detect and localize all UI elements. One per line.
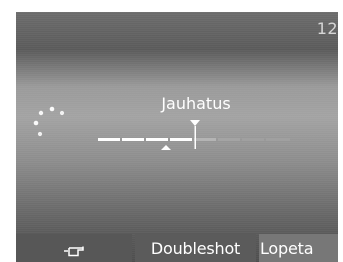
slider-track [98,138,290,141]
current-level-marker-icon [190,120,200,126]
coffee-machine-display: 12: Jauhatus Doub [16,12,338,262]
doubleshot-button[interactable]: Doubleshot [135,234,256,262]
stop-label: Lopeta [260,238,314,258]
bottom-bar: Doubleshot Lopeta [16,234,338,262]
grind-title: Jauhatus [161,94,231,113]
current-level-line [194,126,196,149]
stop-button[interactable]: Lopeta [259,234,338,262]
grind-level-slider[interactable] [96,116,296,160]
cup-button[interactable] [16,234,132,262]
clock: 12: [316,19,338,38]
status-bar: 12: [16,12,338,52]
cup-icon [64,246,84,257]
selected-level-marker-icon [161,145,171,150]
loading-spinner-icon [33,106,65,137]
doubleshot-label: Doubleshot [150,238,241,258]
